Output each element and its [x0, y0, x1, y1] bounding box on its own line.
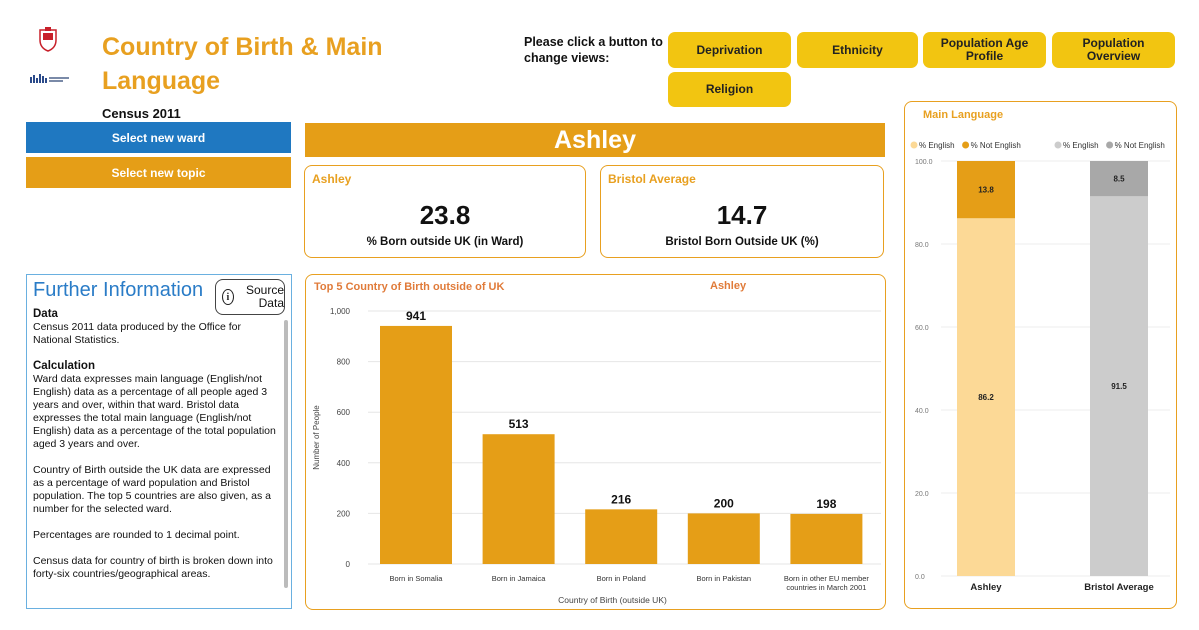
category-label: Bristol Average: [1084, 582, 1154, 593]
segment-value-label: 91.5: [1111, 382, 1127, 391]
main-language-chart-card: Main Language % English % Not English % Eng…: [904, 101, 1177, 609]
segment-value-label: 86.2: [978, 393, 994, 402]
language-chart-title: Main Language: [923, 109, 1003, 121]
country-of-birth-text: Country of Birth outside the UK data are…: [33, 464, 271, 515]
source-data-label: Source Data: [245, 283, 284, 310]
population-overview-button[interactable]: Population Overview: [1052, 32, 1175, 68]
ward-kpi-label: Ashley: [312, 172, 352, 186]
y-tick-label: 0: [346, 560, 351, 569]
y-tick-label: 100.0: [915, 159, 933, 166]
bar-0: [380, 325, 452, 564]
bar-2: [585, 509, 658, 564]
select-topic-button[interactable]: Select new topic: [26, 157, 291, 188]
bar-value-label: 941: [406, 309, 426, 323]
bristol-kpi-description: Bristol Born Outside UK (%): [665, 236, 819, 248]
ward-kpi-value: 23.8: [419, 200, 471, 230]
census-label: Census 2011: [102, 106, 181, 121]
bristol-kpi-label: Bristol Average: [608, 172, 696, 186]
top5-country-bar-chart: Top 5 Country of Birth outside of UK Ashl…: [312, 280, 881, 605]
breakdown-text: Census data for country of birth is brok…: [33, 555, 273, 580]
page-title: Country of Birth & Main Language: [102, 33, 383, 95]
ward-kpi-card: Ashley 23.8 % Born outside UK (in Ward): [304, 165, 586, 258]
bar-4: [790, 513, 863, 564]
legend-label: % English: [1063, 141, 1099, 150]
x-tick-label: Born in Pakistan: [696, 574, 751, 583]
legend-marker: [1054, 141, 1062, 149]
ward-name-banner: Ashley: [305, 123, 885, 157]
y-tick-label: 800: [337, 358, 351, 367]
legend-marker: [962, 141, 970, 149]
x-tick-label: Born in Poland: [597, 574, 646, 583]
bar-1: [482, 434, 555, 564]
main-language-stacked-chart: Main Language % English % Not English % Eng…: [910, 109, 1170, 593]
information-text: Data Census 2011 data produced by the Of…: [33, 308, 281, 594]
y-tick-label: 60.0: [915, 325, 929, 332]
info-scrollbar[interactable]: [284, 320, 288, 588]
population-age-profile-button[interactable]: Population Age Profile: [923, 32, 1046, 68]
bar-value-label: 513: [509, 417, 529, 431]
bar-chart-title: Top 5 Country of Birth outside of UK: [314, 281, 504, 293]
category-label: Ashley: [970, 582, 1002, 593]
y-tick-label: 40.0: [915, 408, 929, 415]
info-icon: i: [222, 289, 234, 305]
x-axis-label: Country of Birth (outside UK): [558, 595, 667, 605]
legend-label: % Not English: [1115, 141, 1165, 150]
bar-value-label: 198: [816, 497, 836, 511]
further-information-title: Further Information: [33, 279, 204, 301]
legend-label: % English: [919, 141, 955, 150]
data-text: Census 2011 data produced by the Office …: [33, 321, 241, 346]
legend-marker: [910, 141, 918, 149]
city-crest-logo: [39, 27, 57, 52]
segment-value-label: 13.8: [978, 186, 994, 195]
y-tick-label: 80.0: [915, 242, 929, 249]
further-information-panel: Further Information i Source Data Data C…: [26, 274, 292, 609]
bar-value-label: 200: [714, 496, 734, 510]
segment-value-label: 8.5: [1113, 175, 1125, 184]
deprivation-button[interactable]: Deprivation: [668, 32, 791, 68]
ward-kpi-description: % Born outside UK (in Ward): [366, 236, 524, 248]
legend-marker: [1106, 141, 1114, 149]
bristol-kpi-value: 14.7: [716, 200, 768, 230]
ethnicity-button[interactable]: Ethnicity: [797, 32, 918, 68]
y-tick-label: 200: [337, 509, 351, 518]
x-tick-label: Born in other EU member countries in Marc…: [784, 574, 870, 592]
y-tick-label: 600: [337, 408, 351, 417]
bar-3: [687, 513, 760, 564]
religion-button[interactable]: Religion: [668, 72, 791, 107]
x-tick-label: Born in Jamaica: [492, 574, 547, 583]
y-axis-label: Number of People: [312, 405, 321, 470]
calculation-text: Ward data expresses main language (Engli…: [33, 373, 276, 450]
y-tick-label: 0.0: [915, 574, 925, 581]
y-tick-label: 400: [337, 459, 351, 468]
data-heading: Data: [33, 308, 58, 320]
bristol-stats-logo: [30, 74, 69, 83]
y-tick-label: 1,000: [330, 307, 351, 316]
bar-chart-ward-label: Ashley: [710, 280, 747, 292]
calculation-heading: Calculation: [33, 360, 95, 372]
top5-chart-card: Top 5 Country of Birth outside of UK Ashl…: [305, 274, 886, 610]
y-tick-label: 20.0: [915, 491, 929, 498]
bristol-kpi-card: Bristol Average 14.7 Bristol Born Outsid…: [600, 165, 884, 258]
legend-label: % Not English: [971, 141, 1021, 150]
select-ward-button[interactable]: Select new ward: [26, 122, 291, 153]
x-tick-label: Born in Somalia: [390, 574, 444, 583]
rounding-text: Percentages are rounded to 1 decimal poi…: [33, 529, 240, 541]
view-prompt: Please click a button to change views:: [524, 35, 663, 65]
bar-value-label: 216: [611, 492, 631, 506]
